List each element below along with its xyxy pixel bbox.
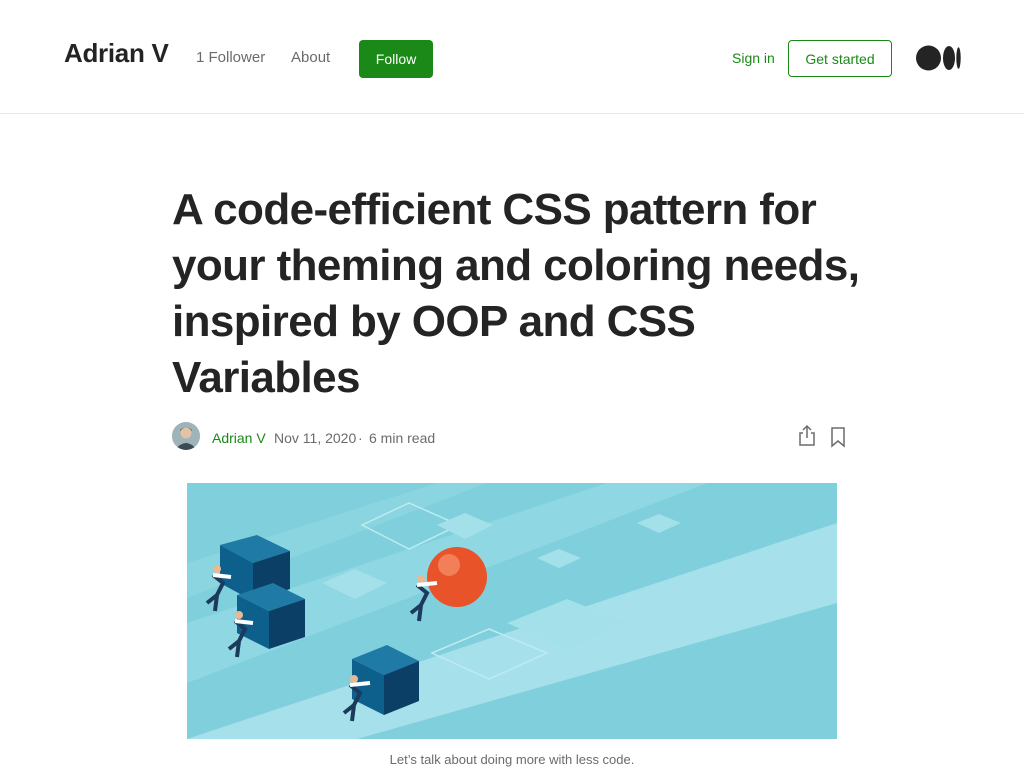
author-photo (172, 422, 200, 450)
top-navigation-bar: Adrian V 1 Follower About Follow Sign in… (0, 0, 1024, 114)
article-title: A code-efficient CSS pattern for your th… (172, 185, 860, 402)
hero-caption: Let’s talk about doing more with less co… (389, 752, 635, 767)
publication-brand[interactable]: Adrian V (64, 38, 169, 69)
hero-illustration (187, 483, 837, 739)
article-byline: Adrian V Nov 11, 2020 · 6 min read (172, 422, 862, 452)
share-icon[interactable] (796, 424, 818, 448)
author-avatar[interactable] (172, 422, 200, 450)
read-time: 6 min read (369, 430, 436, 446)
followers-link[interactable]: 1 Follower (196, 49, 265, 66)
sign-in-link[interactable]: Sign in (732, 50, 775, 66)
follow-button[interactable]: Follow (359, 40, 433, 78)
get-started-button[interactable]: Get started (788, 40, 892, 77)
bookmark-icon[interactable] (828, 426, 848, 448)
author-name-link[interactable]: Adrian V (212, 430, 266, 446)
about-link[interactable]: About (291, 49, 330, 66)
medium-logo-icon[interactable] (916, 44, 962, 72)
meta-separator: · (358, 430, 363, 446)
publish-date: Nov 11, 2020 (274, 430, 357, 446)
